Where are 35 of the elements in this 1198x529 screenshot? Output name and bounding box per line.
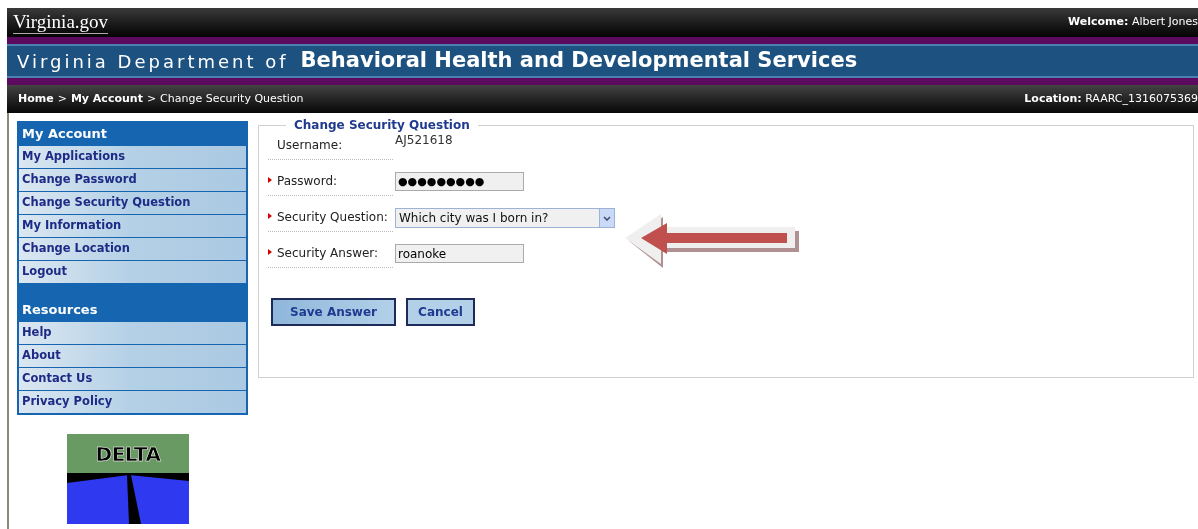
form-title: Change Security Question [293, 117, 471, 134]
breadcrumb-separator: > [146, 90, 157, 107]
security-question-dropdown[interactable]: Which city was I born in? [395, 208, 615, 228]
breadcrumb-link[interactable]: My Account [70, 90, 143, 108]
breadcrumb-current: Change Security Question [160, 90, 304, 107]
sidebar-link[interactable]: Contact Us [19, 368, 246, 390]
sidebar-link[interactable]: Change Security Question [19, 192, 246, 214]
sidebar-link[interactable]: Help [19, 322, 246, 344]
breadcrumb-link[interactable]: Home [18, 90, 54, 108]
cancel-button[interactable]: Cancel [406, 298, 475, 326]
banner-prefix: Virginia Department of [17, 49, 289, 74]
location-text: Location: RAARC_1316075369 [1024, 90, 1198, 107]
sidebar-link[interactable]: Change Location [19, 238, 246, 260]
sidebar-link[interactable]: My Information [19, 215, 246, 237]
virginia-gov-logo[interactable]: Virginia.gov [13, 11, 109, 34]
field-label: Security Question: [277, 209, 388, 226]
username-value: AJ521618 [395, 132, 453, 149]
banner-title: Behavioral Health and Developmental Services [300, 47, 858, 75]
sidebar-section-title: Resources [21, 301, 99, 320]
sidebar-link[interactable]: Logout [19, 261, 246, 283]
sidebar-section-title: My Account [21, 125, 109, 144]
sidebar-link[interactable]: My Applications [19, 146, 246, 168]
sidebar-link[interactable]: About [19, 345, 246, 367]
password-field[interactable]: ●●●●●●●●● [395, 172, 524, 191]
sidebar-link[interactable]: Privacy Policy [19, 391, 246, 413]
field-label: Password: [277, 173, 338, 190]
field-label: Security Answer: [277, 245, 379, 262]
sidebar-link[interactable]: Change Password [19, 169, 246, 191]
logo-text: DELTA [95, 440, 161, 468]
breadcrumb-separator: > [57, 90, 67, 107]
security-answer-field[interactable]: roanoke [395, 244, 524, 263]
save-answer-button[interactable]: Save Answer [271, 298, 396, 326]
chevron-down-icon [599, 209, 614, 227]
welcome-text: Welcome: Albert Jones [1068, 14, 1198, 31]
field-label: Username: [277, 137, 343, 154]
